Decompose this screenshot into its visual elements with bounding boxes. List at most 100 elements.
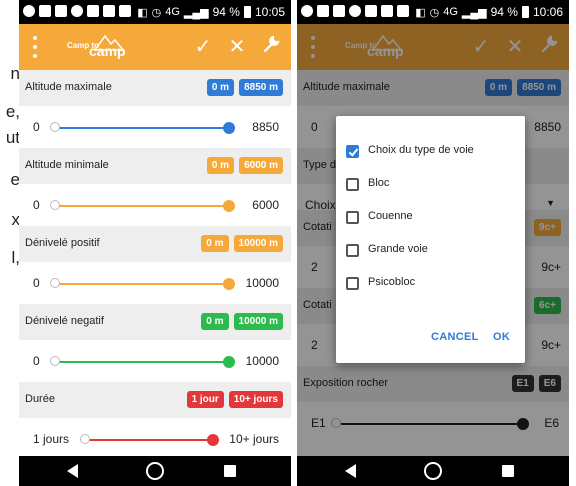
- min-badge: 0 m: [206, 79, 235, 96]
- checkbox[interactable]: [346, 211, 359, 224]
- slider-max-thumb[interactable]: [223, 278, 235, 290]
- range-badges: 0 m 10000 m: [201, 313, 283, 330]
- recent-apps-icon[interactable]: [224, 465, 236, 477]
- slider-min-thumb[interactable]: [80, 434, 90, 444]
- status-bar: ◧ ◷ 4G ▂▄▆ 94 % 10:06: [297, 0, 569, 24]
- slider-track: [85, 439, 213, 441]
- youtube-icon: [39, 5, 51, 17]
- range-slider[interactable]: 0 10000: [19, 262, 291, 304]
- section-title: Dénivelé negatif: [25, 315, 104, 327]
- image-icon: [87, 5, 99, 17]
- circle-icon: [23, 5, 35, 17]
- slider-track: [55, 127, 229, 129]
- checkbox[interactable]: [346, 145, 359, 158]
- screenshot-stage: n e, ut e x l, ◧ ◷ 4G ▂▄▆ 94 % 10:05 Cam…: [0, 0, 576, 486]
- background-text-fragment: e,: [5, 102, 20, 121]
- slider-min-thumb[interactable]: [50, 356, 60, 366]
- ok-button[interactable]: OK: [493, 331, 510, 343]
- section-title: Altitude minimale: [25, 159, 109, 171]
- sim-icon: [397, 5, 409, 17]
- option-label: Couenne: [368, 210, 413, 222]
- signal-icon: ▂▄▆: [461, 6, 487, 19]
- slider-max-label: 8850: [252, 120, 279, 134]
- range-slider[interactable]: 0 8850: [19, 106, 291, 148]
- slider-min-thumb[interactable]: [50, 122, 60, 132]
- signal-icon: ▂▄▆: [183, 6, 209, 19]
- logo-text-big: camp: [89, 43, 126, 59]
- slider-min-label: 0: [33, 120, 40, 134]
- check-icon[interactable]: ✓: [193, 36, 213, 58]
- status-bar: ◧ ◷ 4G ▂▄▆ 94 % 10:05: [19, 0, 291, 24]
- min-badge: 0 m: [201, 313, 229, 330]
- sim-icon: [119, 5, 131, 17]
- section-header: Dénivelé negatif 0 m 10000 m: [19, 304, 291, 340]
- checkbox[interactable]: [346, 277, 359, 290]
- dialog-option[interactable]: Bloc: [336, 168, 525, 201]
- circle-icon: [301, 5, 313, 17]
- max-badge: 10+ jours: [228, 391, 283, 408]
- app-bar: Camp to camp ✓ ✕: [19, 24, 291, 70]
- alarm-icon: ◷: [151, 6, 162, 19]
- slider-min-thumb[interactable]: [50, 200, 60, 210]
- option-label: Psicobloc: [368, 276, 416, 288]
- checkbox[interactable]: [346, 178, 359, 191]
- range-slider[interactable]: 0 6000: [19, 184, 291, 226]
- slider-track: [55, 283, 229, 285]
- close-icon[interactable]: ✕: [227, 36, 247, 58]
- battery-icon: [521, 6, 529, 18]
- option-label: Bloc: [368, 177, 390, 189]
- navigation-bar: [19, 456, 291, 486]
- slider-min-thumb[interactable]: [50, 278, 60, 288]
- range-badges: 1 jour 10+ jours: [186, 391, 283, 408]
- range-badges: 0 m 8850 m: [206, 79, 283, 96]
- overflow-menu-icon[interactable]: [33, 36, 37, 58]
- slider-max-label: 10000: [245, 276, 279, 290]
- range-slider[interactable]: 1 jours 10+ jours: [19, 418, 291, 456]
- section-title: Dénivelé positif: [25, 237, 100, 249]
- clock: 10:05: [254, 5, 285, 19]
- nfc-icon: ◧: [415, 6, 426, 19]
- checkbox[interactable]: [346, 244, 359, 257]
- recent-apps-icon[interactable]: [502, 465, 514, 477]
- background-text-fragment: l,: [11, 248, 21, 267]
- dialog-option[interactable]: Psicobloc: [336, 267, 525, 300]
- slider-max-thumb[interactable]: [223, 122, 235, 134]
- wrench-icon[interactable]: [261, 35, 281, 58]
- slider-max-thumb[interactable]: [223, 356, 235, 368]
- image-icon: [365, 5, 377, 17]
- dialog-option[interactable]: Choix du type de voie: [336, 135, 525, 168]
- home-icon[interactable]: [146, 462, 164, 480]
- back-icon[interactable]: [345, 464, 356, 478]
- slider-max-label: 6000: [252, 198, 279, 212]
- dialog-option[interactable]: Grande voie: [336, 234, 525, 267]
- battery-percent: 94 %: [212, 5, 240, 19]
- status-right: ◧ ◷ 4G ▂▄▆ 94 % 10:05: [137, 5, 285, 19]
- option-label: Grande voie: [368, 243, 428, 255]
- filter-list: Altitude maximale 0 m 8850 m 0 8850 Altitude …: [19, 70, 291, 456]
- slider-min-label: 0: [33, 276, 40, 290]
- circle-icon: [71, 5, 83, 17]
- back-icon[interactable]: [67, 464, 78, 478]
- slider-max-thumb[interactable]: [207, 434, 219, 446]
- slider-min-label: 0: [33, 354, 40, 368]
- range-badges: 0 m 10000 m: [201, 235, 283, 252]
- nfc-icon: ◧: [137, 6, 148, 19]
- section-title: Altitude maximale: [25, 81, 112, 93]
- range-slider[interactable]: 0 10000: [19, 340, 291, 382]
- cancel-button[interactable]: CANCEL: [431, 331, 479, 343]
- slider-max-thumb[interactable]: [223, 200, 235, 212]
- circle-icon: [349, 5, 361, 17]
- max-badge: 6000 m: [239, 157, 283, 174]
- max-badge: 10000 m: [233, 313, 283, 330]
- status-right: ◧ ◷ 4G ▂▄▆ 94 % 10:06: [415, 5, 563, 19]
- section-header: Dénivelé positif 0 m 10000 m: [19, 226, 291, 262]
- youtube-icon: [317, 5, 329, 17]
- background-text-fragment: n: [10, 64, 20, 83]
- section-header: Altitude minimale 0 m 6000 m: [19, 148, 291, 184]
- range-badges: 0 m 6000 m: [206, 157, 283, 174]
- dialog-option[interactable]: Couenne: [336, 201, 525, 234]
- home-icon[interactable]: [424, 462, 442, 480]
- slider-min-label: 1 jours: [33, 432, 70, 446]
- phone-screen-left: ◧ ◷ 4G ▂▄▆ 94 % 10:05 Camp to camp ✓ ✕ A…: [19, 0, 291, 486]
- network-type: 4G: [443, 6, 458, 18]
